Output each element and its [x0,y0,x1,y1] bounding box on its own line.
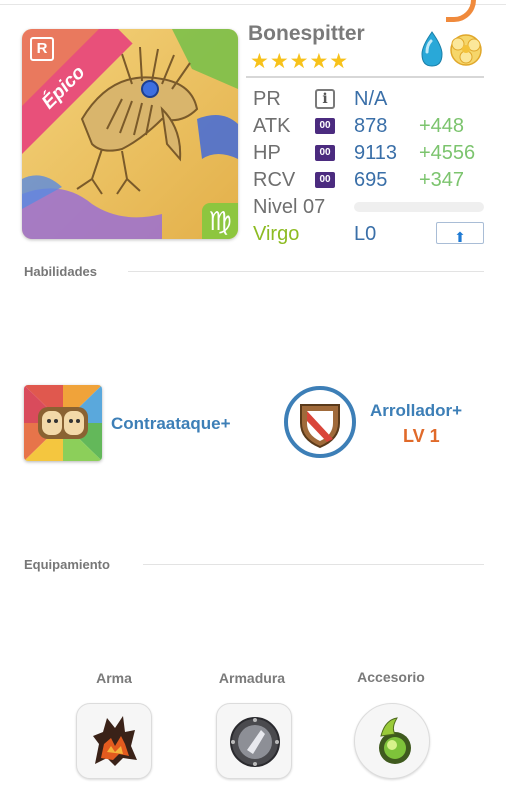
light-swirl-icon [450,34,482,66]
rank-badge: R [30,37,54,61]
equip-label-weapon: Arma [96,670,132,686]
stat-badge: 00 [315,145,335,161]
zodiac-icon: ♍ [202,203,238,239]
stat-label: RCV [253,169,296,191]
stat-value: 9113 [354,142,398,164]
limit-upgrade-button[interactable]: ⬆ [436,222,484,245]
monster-portrait[interactable]: Épico R ♍ [22,29,238,239]
zodiac-name: Virgo [253,223,300,245]
flame-weapon-icon [93,716,137,766]
stat-label: PR [253,88,281,110]
skill-icon-arrollador[interactable] [283,385,357,459]
level-progress-bar [354,202,484,212]
stat-badge: 00 [315,118,335,134]
equip-label-armor: Armadura [218,670,286,686]
monster-name: Bonespitter [248,22,365,45]
stat-bonus: +448 [419,115,465,137]
equip-slot-weapon[interactable] [76,703,152,779]
decorative-swoosh [446,0,476,22]
skill-name[interactable]: Contraataque+ [111,414,231,434]
stat-row-hp: HP 00 9113 +4556 [253,140,485,166]
stat-label: ATK [253,115,291,137]
stat-badge: 00 [315,172,335,188]
armor-shield-icon [230,717,280,767]
skill-level: LV 1 [403,426,440,446]
section-divider [143,564,484,565]
stat-row-atk: ATK 00 878 +448 [253,113,485,139]
stat-label: HP [253,142,281,164]
stat-row-pr: PR i N/A [253,86,485,112]
equip-label-accessory: Accesorio [357,669,425,685]
skill-icon-contraataque[interactable] [24,385,102,461]
equip-slot-accessory[interactable] [354,703,430,779]
info-icon[interactable]: i [315,89,335,109]
element-icons [416,30,486,70]
top-divider [0,4,506,5]
arrow-up-icon: ⬆ [454,229,466,245]
section-title-equipment: Equipamiento [24,557,110,572]
stat-value: 878 [354,115,388,137]
shield-icon [284,386,356,458]
section-title-skills: Habilidades [24,264,97,279]
level-label: Nivel 07 [253,196,326,218]
level-row: Nivel 07 [253,194,485,220]
zodiac-row: Virgo L0 ⬆ [253,221,485,247]
stat-value: N/A [354,88,388,110]
header-divider [246,76,484,78]
equip-slot-armor[interactable] [216,703,292,779]
star-rating: ★★★★★ [250,50,350,73]
water-drop-icon [421,31,443,67]
pig-faces-icon [24,385,102,461]
stat-value: 695 [354,169,388,191]
stat-row-rcv: RCV 00 695 +347 [253,167,485,193]
section-divider [128,271,484,272]
green-orb-icon [379,717,411,764]
stat-bonus: +347 [419,169,465,191]
skill-name[interactable]: Arrollador+ [370,401,462,421]
limit-level: L0 [354,223,377,245]
stat-bonus: +4556 [419,142,476,164]
